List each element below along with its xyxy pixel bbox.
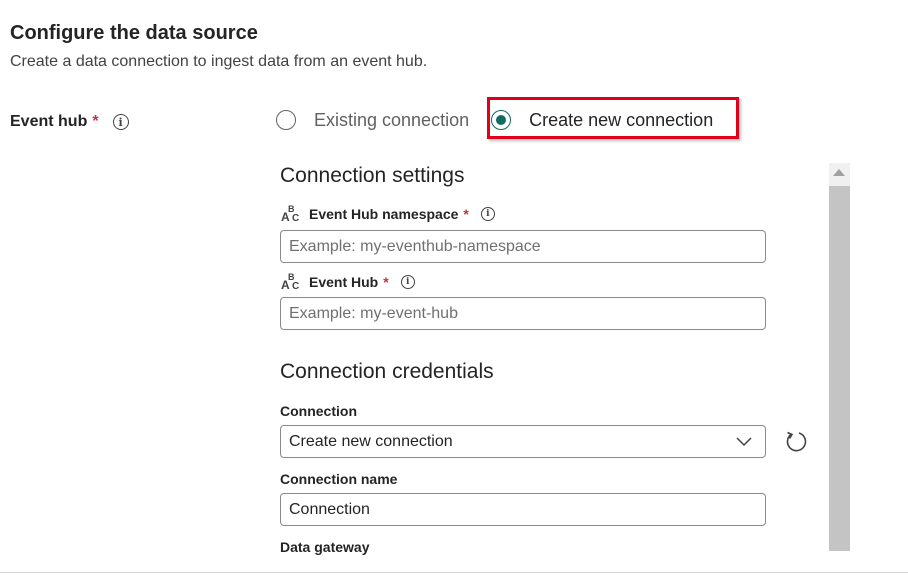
event-hub-input[interactable] xyxy=(280,297,766,330)
radio-button[interactable] xyxy=(276,110,296,130)
highlight-box xyxy=(487,97,739,139)
required-marker: * xyxy=(92,113,99,130)
namespace-input[interactable] xyxy=(280,230,766,263)
scroll-up-arrow-icon[interactable] xyxy=(833,169,845,176)
connection-settings-title: Connection settings xyxy=(280,164,465,187)
event-hub-field-label-row: A B C Event Hub * i xyxy=(280,272,415,292)
event-hub-label-row: Event hub * i xyxy=(10,113,129,131)
info-icon[interactable]: i xyxy=(400,275,415,289)
connection-label: Connection xyxy=(280,403,357,419)
text-field-icon: A B C xyxy=(281,272,300,292)
event-hub-field-label: Event Hub xyxy=(309,274,379,290)
scrollbar-thumb[interactable] xyxy=(829,186,850,551)
connection-name-input[interactable] xyxy=(280,493,766,526)
info-icon[interactable]: i xyxy=(112,114,129,130)
info-icon[interactable]: i xyxy=(480,207,495,221)
text-field-icon: A B C xyxy=(281,204,300,224)
radio-existing-connection[interactable]: Existing connection xyxy=(276,110,469,131)
data-gateway-label: Data gateway xyxy=(280,539,370,555)
connection-dropdown[interactable]: Create new connection xyxy=(280,425,766,458)
event-hub-label: Event hub xyxy=(10,113,88,130)
namespace-label-row: A B C Event Hub namespace * i xyxy=(280,204,495,224)
page-subtitle: Create a data connection to ingest data … xyxy=(10,53,428,70)
refresh-icon[interactable] xyxy=(783,428,809,454)
connection-credentials-title: Connection credentials xyxy=(280,360,494,383)
connection-dropdown-value: Create new connection xyxy=(289,432,453,450)
chevron-down-icon xyxy=(736,437,752,447)
page-title: Configure the data source xyxy=(10,22,258,44)
namespace-label: Event Hub namespace xyxy=(309,206,459,222)
divider xyxy=(0,572,908,573)
connection-name-label: Connection name xyxy=(280,471,398,487)
required-marker: * xyxy=(463,206,469,222)
radio-existing-label: Existing connection xyxy=(314,109,470,130)
required-marker: * xyxy=(383,274,389,290)
